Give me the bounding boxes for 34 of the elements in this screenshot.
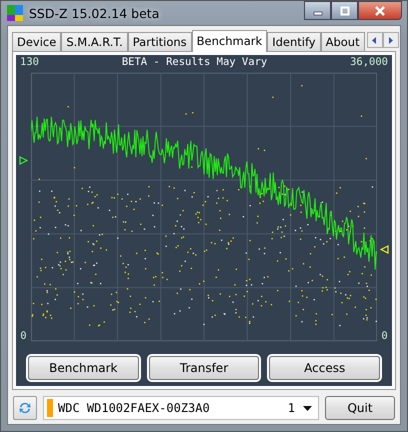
maximize-icon: [340, 6, 350, 16]
tab[interactable]: Partitions: [128, 32, 192, 51]
refresh-icon: [18, 401, 32, 415]
mode-button[interactable]: Access: [269, 356, 380, 380]
maximize-button[interactable]: [331, 1, 358, 20]
close-icon: [374, 6, 386, 16]
close-button[interactable]: [358, 1, 402, 20]
drive-name: WDC WD1002FAEX-00Z3A0: [58, 401, 211, 415]
tab[interactable]: Identify: [267, 32, 321, 51]
mode-button[interactable]: Transfer: [148, 356, 260, 380]
marker-icon: [380, 244, 390, 254]
refresh-button[interactable]: [13, 396, 37, 420]
mode-button[interactable]: Benchmark: [28, 356, 139, 380]
right-arrow-icon: [388, 36, 394, 44]
drive-number: 1: [288, 401, 295, 415]
scroll-right-button[interactable]: [382, 32, 399, 48]
app-icon: [7, 5, 23, 21]
tab[interactable]: Benchmark: [192, 30, 268, 52]
scroll-left-button[interactable]: [366, 32, 383, 48]
quit-button[interactable]: Quit: [325, 396, 395, 420]
window-title: SSD-Z 15.02.14 beta: [29, 6, 160, 20]
axis-label: 130: [20, 56, 39, 70]
dropdown-arrow-icon: [303, 406, 312, 410]
minimize-button[interactable]: [304, 1, 331, 20]
axis-label: 0: [381, 330, 388, 342]
tab[interactable]: About: [320, 32, 365, 51]
axis-label: 0: [20, 330, 27, 342]
chart-title: BETA - Results May Vary: [122, 56, 268, 70]
tab[interactable]: S.M.A.R.T.: [61, 32, 128, 51]
tab[interactable]: Device: [12, 32, 62, 51]
left-arrow-icon: [372, 36, 378, 44]
drive-dropdown[interactable]: WDC WD1002FAEX-00Z3A0 1: [43, 396, 319, 420]
axis-label: 36,000: [350, 56, 388, 70]
marker-icon: [19, 156, 28, 165]
